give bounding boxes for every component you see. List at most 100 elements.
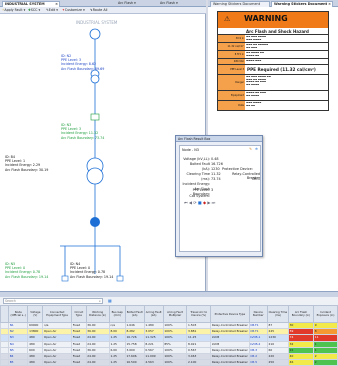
route-all-label: Route All [92, 8, 108, 12]
column-header[interactable]: Node (Official s..) [7, 305, 29, 323]
table-cell: 24.00 [85, 359, 110, 366]
next-icon[interactable]: ▶ [207, 200, 210, 205]
search-box[interactable]: Search ⌕ [3, 298, 103, 304]
column-header[interactable]: Arcing Fault Multiplier [162, 305, 188, 323]
customize-button[interactable]: ✦Customize ▾ [62, 7, 85, 14]
ppe-row: PPE Level 3 PPE Required (11.32 cal/cm²) [218, 64, 328, 74]
clearing-label: Clearing Time (ms): [186, 172, 211, 181]
node-ab: Arc Flash Boundary: 73.74 [61, 135, 105, 140]
motor-icon [90, 217, 100, 227]
node-ab: Arc Flash Boundary: 19.14 [5, 274, 49, 279]
refresh-icon[interactable]: ⟳ [193, 200, 196, 205]
table-cell: 2 [313, 359, 338, 366]
column-header[interactable]: Device Number [248, 305, 268, 323]
last-icon[interactable]: ⏭ [212, 200, 216, 205]
ab-value: 73.74 [211, 177, 221, 181]
table-cell: Relay-Controlled Breaker [210, 328, 250, 336]
table-cell: 250 [266, 359, 289, 366]
chart-icon[interactable]: ◆ [203, 200, 206, 205]
column-header[interactable] [0, 305, 9, 323]
dialog-node: Node - N3 [182, 148, 199, 152]
zoom-icon[interactable]: ⊕ [255, 147, 258, 151]
table-cell: Relay-Controlled Breaker [210, 352, 250, 361]
row-label: Equipment [218, 91, 245, 100]
dialog-content: Node - N3 ✎ ⊕ Voltage (kV,LL): Bolted Fa… [179, 145, 261, 252]
dialog-values: 0.48 16.726 1230 11.32 73.74 [211, 157, 223, 182]
transformer-large-bottom-icon [86, 167, 104, 185]
tab-label: Warning Stickers Document [213, 2, 261, 6]
save-icon[interactable]: ■ [198, 200, 202, 205]
node-label-bottom-left: ID: N5 PPE Level: 0 Incident Energy: 0.7… [5, 262, 48, 279]
row-label: Date [218, 101, 245, 110]
cat-label: Cat System: [189, 194, 210, 198]
table-header-row: Node (Official s..) Voltage (V) Connecte… [0, 305, 338, 323]
ppe-required-text: PPE Required (11.32 cal/cm²) [247, 67, 316, 72]
column-header[interactable]: Working Distance (in) [85, 305, 110, 323]
row-label: 30.9 in [218, 35, 245, 42]
row-label: PPE Level 3 [218, 65, 245, 74]
column-header[interactable]: Voltage (V) [27, 305, 44, 323]
transformer-bottom-icon [90, 74, 100, 84]
edit-button[interactable]: ✎Edit ▾ [46, 7, 58, 14]
table-cell [0, 359, 9, 366]
table-cell: 4.563 [143, 359, 164, 366]
dialog-title: Arc Flash Result Box [176, 136, 262, 142]
column-header[interactable]: Circuit Type [71, 305, 87, 323]
right-tab-strip: Warning Stickers Document Warning Sticke… [208, 0, 338, 7]
results-table: Node (Official s..) Voltage (V) Connecte… [0, 305, 338, 366]
column-header[interactable]: Connected Equipment Type [42, 305, 73, 323]
table-row[interactable]: B5 480 Open Air Fixed 24.00 1.25 16.500 4.563 10… [0, 359, 338, 366]
apply-fault-button[interactable]: ⚡Apply Fault ▾ [2, 7, 25, 14]
filter-icon[interactable]: ▦ [108, 298, 112, 303]
ppe-value: 3 [211, 188, 214, 192]
row-label: 11.32 cal/cm² [218, 43, 245, 50]
warning-title: WARNING [244, 14, 288, 23]
table-cell: Relay-Controlled Breaker [210, 359, 250, 366]
first-icon[interactable]: ⏮ [184, 200, 188, 205]
column-header[interactable]: Incident Exposure (in) [313, 305, 338, 323]
dialog-toolbar: ⏮ ◀ ⟳ ■ ◆ ▶ ⏭ [184, 200, 215, 205]
arc-flash-select-2[interactable]: Arc Flash ▾ [160, 0, 178, 7]
column-header[interactable]: Travel Arc to Device (%) [186, 305, 212, 323]
column-header[interactable]: Bolted Fault (kA) [124, 305, 145, 323]
table-cell: 46 [287, 359, 315, 366]
node-ie: Incident Energy: 11.32 [61, 131, 99, 136]
column-header[interactable]: Protective Device Type [210, 305, 250, 323]
table-cell: CB-5 [248, 359, 268, 366]
table-cell: 100% [162, 359, 188, 366]
node-label-bottom-right: ID: N4 PPE Level: 0 Incident Energy: 0.7… [70, 262, 113, 279]
column-header[interactable]: Clearing Time (ms) [266, 305, 289, 323]
column-header[interactable]: Arcing Fault (kA) [143, 305, 164, 323]
customize-label: Customize [64, 8, 83, 12]
node-ab: Arc Flash Boundary: 30.19 [5, 167, 49, 172]
table-cell: B5 [7, 359, 29, 366]
node-ab: Arc Flash Boundary: 19.14 [70, 274, 114, 279]
device-value: CB-1 [251, 177, 260, 181]
warning-label: ⚠ WARNING Arc Flash and Shock Hazard 30.… [217, 11, 329, 111]
table-cell: Fixed [71, 359, 87, 366]
arc-flash-result-box[interactable]: Arc Flash Result Box Node - N3 ✎ ⊕ Volta… [175, 135, 263, 257]
arc-flash-label: Arc Flash [118, 1, 134, 5]
arc-flash-select-1[interactable]: Arc Flash ▾ [118, 0, 136, 7]
settings-icon[interactable]: ✎ [249, 147, 252, 151]
system-title: INDUSTRIAL SYSTEM [76, 20, 118, 25]
warning-row: 30.9 in ▬▬ ▬▬▬ ▬▬▬▬ ▬▬▬ ▬▬▬▬ [218, 34, 328, 42]
breaker-icon [90, 113, 100, 121]
load-left-icon [61, 275, 69, 282]
search-icon[interactable]: ⌕ [99, 299, 101, 304]
table-cell: 1.25 [108, 359, 126, 366]
table-cell: 2.100 [186, 359, 212, 366]
prev-icon[interactable]: ◀ [189, 200, 192, 205]
warning-row: Date ▬▬▬ ▬▬▬▬ ▬▬ ▬▬ [218, 100, 328, 110]
column-header[interactable]: Arc Flash Boundary (in) [287, 305, 315, 323]
scc-button[interactable]: ✚SCC ▾ [28, 7, 40, 14]
table-cell: 16.500 [124, 359, 145, 366]
ppe-label: PPE Level: [192, 188, 210, 192]
column-header[interactable]: Bus Gap (mm) [108, 305, 126, 323]
node-label-top: ID: N2 PPE Level: 3 Incident Energy: 8.6… [61, 54, 104, 71]
warning-row: 8 ft 5 in ▬▬ ▬▬▬▬ ▬▬ ▬▬▬▬ ▬▬ [218, 50, 328, 58]
route-all-button[interactable]: ↯Route All [90, 7, 107, 14]
bolted-label: Bolted Fault (kA): [189, 162, 210, 171]
tab-label: INDUSTRIAL SYSTEM [5, 2, 45, 6]
table-cell: Open Air [42, 359, 73, 366]
